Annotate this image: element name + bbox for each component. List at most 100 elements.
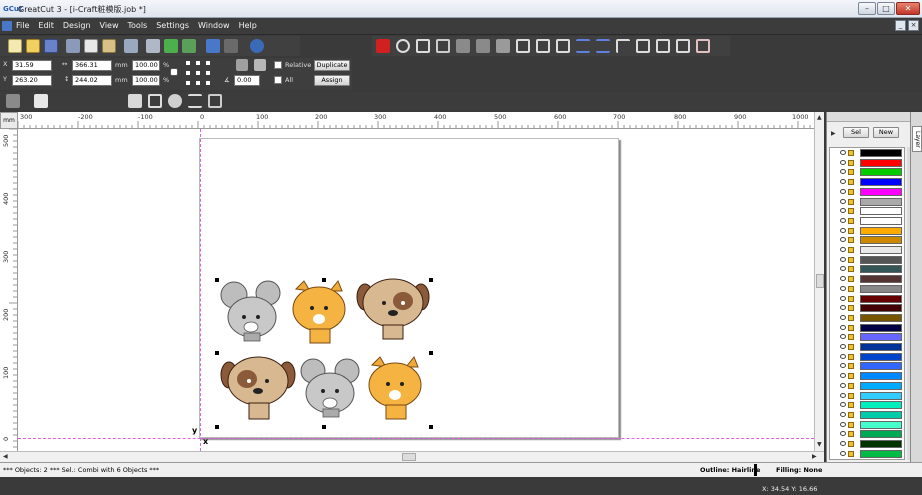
layer-row[interactable] (830, 439, 904, 449)
height-field[interactable]: 244.02 (72, 75, 112, 86)
layer-row[interactable] (830, 352, 904, 362)
layer-color-swatch[interactable] (860, 246, 902, 254)
vertical-scrollbar[interactable]: ▲ ▼ (814, 112, 824, 451)
layer-color-swatch[interactable] (860, 207, 902, 216)
ruler-corner[interactable]: mm (0, 112, 18, 129)
lock-icon[interactable] (848, 450, 854, 457)
layer-row[interactable] (830, 216, 904, 226)
lock-icon[interactable] (848, 266, 854, 273)
lock-icon[interactable] (848, 247, 854, 253)
eye-icon[interactable] (840, 431, 846, 437)
layer-color-swatch[interactable] (860, 352, 902, 361)
weld-icon[interactable] (516, 39, 530, 53)
layer-row[interactable] (830, 303, 904, 313)
layer-row[interactable] (830, 177, 904, 187)
vertical-scroll-thumb[interactable] (816, 274, 824, 288)
3d-box-icon[interactable] (436, 39, 450, 53)
node-edit-icon[interactable] (6, 94, 20, 108)
lock-icon[interactable] (848, 392, 854, 399)
layer-list[interactable] (829, 147, 905, 460)
star-tool-icon[interactable] (456, 39, 470, 53)
lock-icon[interactable] (848, 411, 854, 418)
corner-icon[interactable] (616, 39, 630, 53)
layer-color-swatch[interactable] (860, 216, 902, 225)
lock-icon[interactable] (848, 334, 854, 341)
eye-icon[interactable] (840, 324, 846, 330)
assign-button[interactable]: Assign (314, 75, 350, 86)
eye-icon[interactable] (840, 188, 846, 194)
eye-icon[interactable] (840, 150, 846, 155)
layer-row[interactable] (830, 361, 904, 371)
layer-row[interactable] (830, 245, 904, 255)
lock-icon[interactable] (848, 421, 854, 428)
distribute-horizontal-icon[interactable] (576, 39, 590, 53)
eye-icon[interactable] (840, 256, 846, 262)
layer-row[interactable] (830, 226, 904, 236)
eye-icon[interactable] (840, 363, 846, 369)
selection-handle[interactable] (215, 351, 219, 355)
relative-checkbox[interactable] (274, 61, 282, 69)
layer-color-swatch[interactable] (860, 449, 902, 458)
eye-icon[interactable] (840, 217, 846, 223)
eye-icon[interactable] (840, 227, 846, 233)
layer-color-swatch[interactable] (860, 430, 902, 439)
help-icon[interactable] (250, 39, 264, 53)
lock-icon[interactable] (848, 188, 854, 195)
minimize-button[interactable]: – (858, 2, 876, 15)
layer-color-swatch[interactable] (860, 294, 902, 303)
layer-color-swatch[interactable] (860, 343, 902, 351)
layer-row[interactable] (830, 429, 904, 439)
layer-row[interactable] (830, 148, 904, 158)
layer-color-swatch[interactable] (860, 401, 902, 410)
select-layer-button[interactable]: Sel (843, 127, 869, 138)
layer-color-swatch[interactable] (860, 265, 902, 274)
layer-color-swatch[interactable] (860, 236, 902, 245)
layer-color-swatch[interactable] (860, 284, 902, 293)
undo-icon[interactable] (206, 39, 220, 53)
layer-row[interactable] (830, 400, 904, 410)
x-position-field[interactable]: 31.59 (12, 60, 52, 71)
eye-icon[interactable] (840, 247, 846, 252)
layer-row[interactable] (830, 255, 904, 265)
new-layer-button[interactable]: New (873, 127, 899, 138)
copy-transform-icon[interactable] (254, 59, 266, 71)
print-icon[interactable] (124, 39, 138, 53)
horizontal-scrollbar[interactable]: ◀ ▶ (0, 451, 824, 462)
selection-handle[interactable] (429, 351, 433, 355)
flower-tool-icon[interactable] (476, 39, 490, 53)
contour-icon[interactable] (416, 39, 430, 53)
eye-icon[interactable] (840, 344, 846, 349)
layer-row[interactable] (830, 264, 904, 274)
eye-icon[interactable] (840, 450, 846, 456)
layer-color-swatch[interactable] (860, 178, 902, 187)
doc-close-button[interactable]: × (908, 20, 919, 31)
new-file-icon[interactable] (8, 39, 22, 53)
eye-icon[interactable] (840, 266, 846, 272)
layer-color-swatch[interactable] (860, 323, 902, 332)
eye-icon[interactable] (840, 285, 846, 291)
scroll-left-icon[interactable]: ◀ (3, 453, 8, 460)
send-to-cutter-icon[interactable] (182, 39, 196, 53)
rectangle-tool-icon[interactable] (148, 94, 162, 108)
combine-icon[interactable] (696, 39, 710, 53)
layer-color-swatch[interactable] (860, 187, 902, 196)
lock-icon[interactable] (848, 237, 854, 244)
text-tool-icon[interactable] (208, 94, 222, 108)
lock-icon[interactable] (848, 363, 854, 370)
scroll-up-icon[interactable]: ▲ (817, 114, 822, 121)
lock-icon[interactable] (848, 179, 854, 186)
circle-tool-icon[interactable] (396, 39, 410, 53)
lock-icon[interactable] (848, 431, 854, 438)
layer-row[interactable] (830, 274, 904, 284)
menu-edit[interactable]: Edit (38, 21, 54, 30)
distribute-vertical-icon[interactable] (596, 39, 610, 53)
layer-row[interactable] (830, 371, 904, 381)
layer-row[interactable] (830, 294, 904, 304)
save-icon[interactable] (44, 39, 58, 53)
layer-color-swatch[interactable] (860, 275, 902, 284)
layer-row[interactable] (830, 313, 904, 323)
layer-color-swatch[interactable] (860, 313, 902, 322)
lock-icon[interactable] (848, 227, 854, 234)
layer-row[interactable] (830, 449, 904, 459)
lock-icon[interactable] (848, 344, 854, 350)
